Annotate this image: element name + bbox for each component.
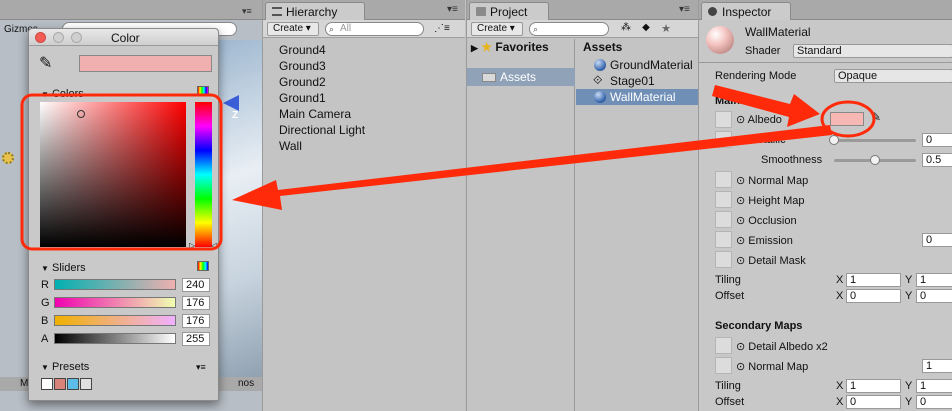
annotation-arrow-to-picker	[232, 125, 832, 210]
annotation-arrow-to-albedo	[712, 85, 820, 127]
annotation-overlay	[20, 85, 876, 251]
annotation-box-color-field	[20, 93, 223, 251]
